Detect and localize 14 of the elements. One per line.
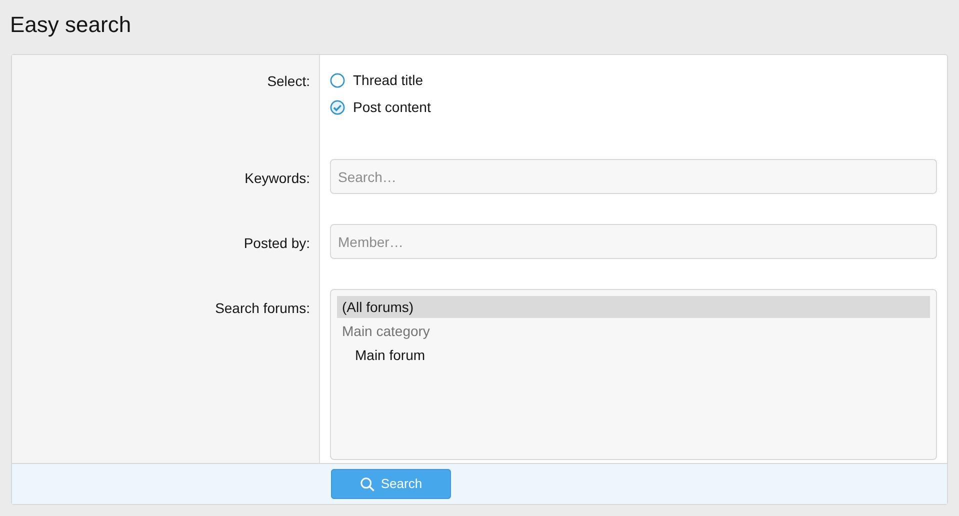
field-label: Posted by: bbox=[244, 234, 310, 253]
radio-option[interactable]: Post content bbox=[330, 94, 431, 121]
radio-option[interactable]: Thread title bbox=[330, 67, 424, 94]
field-label: Keywords: bbox=[244, 169, 310, 188]
field-label: Select: bbox=[267, 72, 310, 91]
forum-list-box[interactable]: (All forums) Main category Main forum bbox=[330, 289, 937, 460]
member-field[interactable]: Member… bbox=[330, 224, 937, 259]
forum-option[interactable]: Main forum bbox=[337, 344, 930, 366]
forum-option[interactable]: (All forums) bbox=[337, 296, 930, 318]
field-label: Search forums: bbox=[215, 299, 310, 318]
category-option[interactable]: Main category bbox=[337, 320, 930, 342]
keywords-field[interactable]: Search… bbox=[330, 159, 937, 194]
page-title: Easy search bbox=[9, 11, 132, 39]
search-icon bbox=[360, 476, 375, 492]
